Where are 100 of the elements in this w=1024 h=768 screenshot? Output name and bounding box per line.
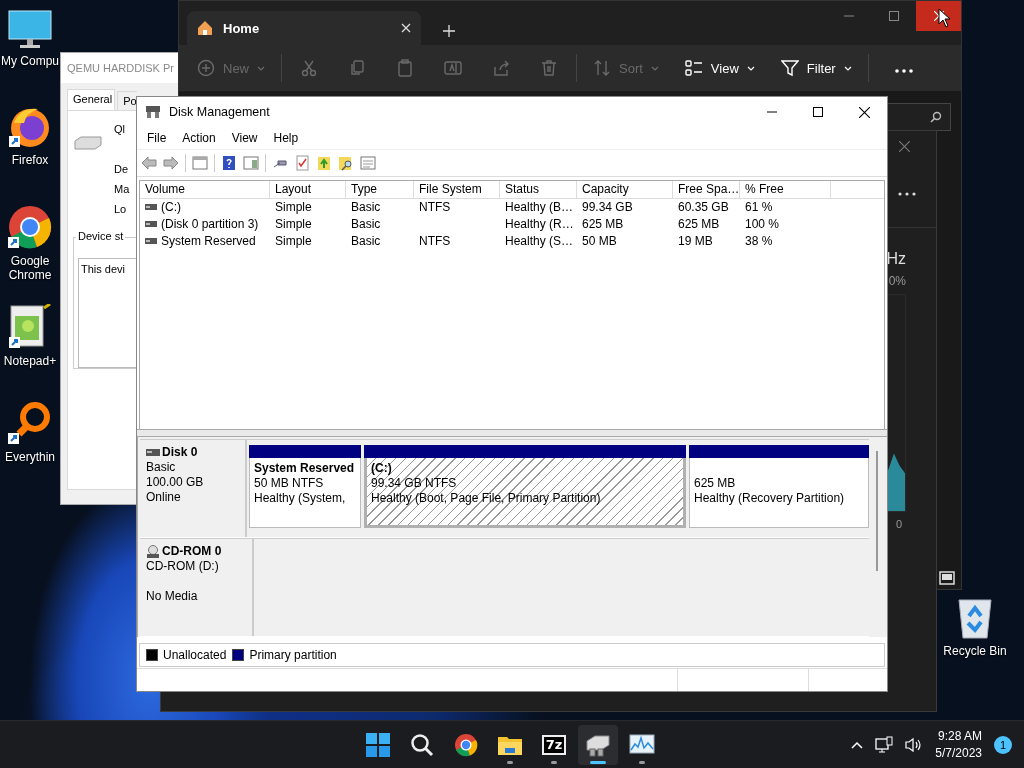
field-label: Ql (114, 123, 126, 135)
partition-block[interactable]: (C:) 99.34 GB NTFS Healthy (Boot, Page File, Primary Partition) (364, 458, 686, 529)
menu-item[interactable]: Action (174, 128, 224, 147)
column-header[interactable]: Status (500, 180, 577, 198)
column-header[interactable]: Free Spa… (673, 180, 740, 198)
clock-date[interactable]: 5/7/2023 (935, 744, 982, 762)
partition-status: Healthy (System, (254, 491, 347, 507)
table-cell: (C:) (161, 200, 181, 215)
table-cell: Basic (351, 200, 381, 215)
plus-icon[interactable] (443, 25, 455, 37)
window-title: Disk Management (169, 105, 270, 119)
window-title: QEMU HARDDISK Pr (67, 62, 174, 74)
folder-search-icon[interactable] (338, 154, 354, 171)
table-cell: NTFS (419, 200, 451, 215)
view-icon (684, 59, 703, 77)
forward-arrow-icon[interactable] (163, 154, 179, 171)
scrollbar[interactable] (876, 451, 878, 572)
taskbar-button[interactable] (578, 724, 618, 765)
table-cell: Simple (275, 217, 312, 232)
caret-icon (257, 65, 265, 71)
caret-icon (746, 65, 755, 71)
menu-item[interactable]: File (139, 128, 175, 147)
column-header[interactable]: Type (346, 180, 414, 198)
search-icon (410, 732, 434, 757)
desktop-icon-label[interactable]: Firefox (11, 153, 49, 167)
table-cell: 100 % (745, 217, 780, 232)
checklist-icon[interactable] (294, 154, 310, 171)
performance-monitor-icon (629, 733, 655, 756)
disk-info: Online (146, 490, 182, 506)
field-label: Lo (114, 203, 128, 215)
search-icon (930, 111, 942, 123)
column-header[interactable]: Capacity (577, 180, 673, 198)
table-cell: 60.35 GB (678, 200, 729, 215)
legend-label: Primary partition (249, 648, 337, 663)
close-button[interactable] (916, 1, 961, 31)
percent-label: 0% (888, 274, 906, 288)
field-label: De (114, 163, 130, 175)
windows-logo-icon (366, 732, 390, 757)
chrome-icon (7, 204, 53, 250)
desktop-icon-label[interactable]: Everythin (5, 450, 55, 464)
column-header[interactable]: File System (414, 180, 500, 198)
disk-name: CD-ROM 0 (162, 544, 222, 560)
table-cell: 19 MB (678, 234, 713, 249)
desktop-icon-label[interactable]: My Compu (1, 54, 59, 68)
more-icon[interactable] (898, 192, 916, 196)
tiles-view-icon[interactable] (939, 571, 955, 585)
tab[interactable]: General (67, 89, 116, 110)
clock-time[interactable]: 9:28 AM (937, 727, 982, 745)
rename-icon (444, 59, 462, 77)
chevron-up-icon[interactable] (851, 740, 864, 749)
folder-up-icon[interactable] (316, 154, 332, 171)
menu-item[interactable]: Help (265, 128, 307, 147)
table-cell: 625 MB (678, 217, 720, 232)
partition-size: 99.34 GB NTFS (371, 476, 458, 492)
back-arrow-icon[interactable] (141, 154, 157, 171)
partition-block[interactable]: System Reserved 50 MB NTFS Healthy (System, (249, 458, 361, 529)
taskbar-button[interactable]: 7z (534, 724, 574, 765)
column-header[interactable]: Volume (140, 180, 270, 198)
partition-size: 625 MB (694, 476, 737, 492)
column-header[interactable]: Layout (270, 180, 346, 198)
table-cell: Basic (351, 217, 381, 232)
table-cell: Healthy (S… (505, 234, 574, 249)
tab[interactable]: Home (187, 11, 421, 45)
table-cell: System Reserved (161, 234, 256, 249)
disk-drive-icon (585, 732, 611, 757)
close-icon[interactable] (858, 106, 870, 118)
desktop-icon-label[interactable]: Recycle Bin (943, 644, 1007, 658)
group-label: Device st (76, 230, 126, 242)
panel-icon[interactable] (243, 154, 259, 171)
home-icon (197, 20, 213, 36)
table-cell: 50 MB (582, 234, 617, 249)
close-icon (933, 11, 944, 21)
disk-info: CD-ROM (D:) (146, 559, 220, 575)
more-icon (894, 68, 913, 73)
disk-info: 100.00 GB (146, 475, 205, 491)
desktop-icon-label[interactable]: Google Chrome (5, 254, 55, 282)
paste-icon (396, 59, 414, 77)
desktop-icon-label[interactable]: Notepad+ (3, 354, 57, 368)
column-header[interactable]: % Free (740, 180, 831, 198)
table-cell: NTFS (419, 234, 451, 249)
table-cell: Simple (275, 200, 312, 215)
plus-circle-icon (197, 59, 215, 77)
notification-badge[interactable]: 1 (994, 735, 1012, 754)
table-cell: Healthy (B… (505, 200, 574, 215)
speaker-icon[interactable] (905, 736, 924, 753)
toolbar-button[interactable]: Filter (770, 52, 862, 84)
mouse-pointer-icon (938, 8, 952, 28)
tab[interactable]: Po (117, 91, 137, 110)
filter-icon (780, 59, 799, 77)
maximize-icon[interactable] (813, 107, 823, 117)
partition-block[interactable]: 625 MB Healthy (Recovery Partition) (689, 458, 869, 529)
help-icon[interactable] (221, 154, 237, 171)
toolbar-button[interactable]: View (674, 52, 765, 84)
tab-title: Home (223, 20, 260, 36)
network-icon[interactable] (875, 735, 894, 754)
partition-name: System Reserved (254, 461, 356, 477)
menu-item[interactable]: View (223, 128, 266, 147)
notepad-icon (8, 304, 52, 350)
search-field[interactable] (885, 103, 951, 131)
partition-status: Healthy (Boot, Page File, Primary Partition) (371, 491, 602, 507)
